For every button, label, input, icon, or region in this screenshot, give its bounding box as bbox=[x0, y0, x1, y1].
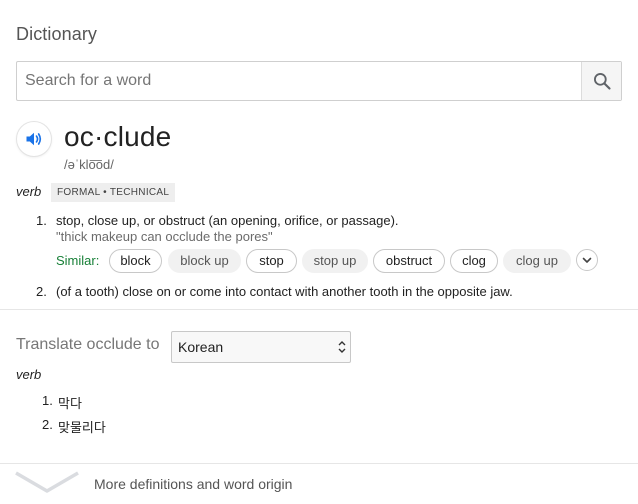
language-select-value: Korean bbox=[178, 339, 224, 355]
language-select[interactable]: Korean bbox=[171, 331, 351, 363]
definition-text: (of a tooth) close on or come into conta… bbox=[56, 284, 513, 299]
translation-text: 맞물리다 bbox=[58, 420, 106, 435]
search-button[interactable] bbox=[581, 62, 621, 100]
phonetic-spelling: /əˈklo͞od/ bbox=[64, 157, 114, 172]
dictionary-card: Dictionary oc·clude /əˈklo͞od/ verb FORM… bbox=[0, 0, 638, 504]
similar-chip-stop[interactable]: stop bbox=[246, 249, 297, 273]
section-divider bbox=[0, 309, 638, 310]
pronunciation-button[interactable] bbox=[16, 121, 52, 157]
similar-chip-clog[interactable]: clog bbox=[450, 249, 498, 273]
more-definitions-text: More definitions and word origin bbox=[94, 476, 293, 492]
expand-chevron-icon bbox=[15, 471, 79, 493]
expand-similar-button[interactable] bbox=[576, 249, 598, 271]
headword: oc·clude bbox=[64, 121, 172, 152]
chevron-down-icon bbox=[582, 257, 592, 263]
translation-number: 2. bbox=[42, 417, 53, 432]
definition-text: stop, close up, or obstruct (an opening,… bbox=[56, 213, 399, 228]
similar-chip-block[interactable]: block bbox=[109, 249, 162, 273]
search-box bbox=[16, 61, 622, 101]
similar-chip-stop-up[interactable]: stop up bbox=[302, 249, 368, 273]
definition-number: 1. bbox=[36, 213, 47, 228]
definition-number: 2. bbox=[36, 284, 47, 299]
translate-label: Translate occlude to bbox=[16, 336, 160, 353]
speaker-icon bbox=[26, 132, 42, 146]
register-tag: FORMAL • TECHNICAL bbox=[51, 183, 176, 202]
translation-number: 1. bbox=[42, 393, 53, 408]
similar-chip-block-up[interactable]: block up bbox=[168, 249, 241, 273]
translation-part-of-speech: verb bbox=[16, 367, 42, 382]
translation-text: 막다 bbox=[58, 396, 82, 411]
similar-label: Similar: bbox=[56, 253, 100, 268]
similar-chip-obstruct[interactable]: obstruct bbox=[373, 249, 445, 273]
similar-chip-clog-up[interactable]: clog up bbox=[503, 249, 571, 273]
select-arrows-icon bbox=[338, 341, 346, 353]
search-input[interactable] bbox=[17, 62, 582, 100]
card-title: Dictionary bbox=[16, 24, 98, 44]
search-icon bbox=[593, 73, 611, 90]
more-definitions-link[interactable]: More definitions and word origin bbox=[0, 463, 638, 504]
part-of-speech: verb bbox=[16, 184, 42, 199]
definition-example: "thick makeup can occlude the pores" bbox=[56, 229, 273, 244]
